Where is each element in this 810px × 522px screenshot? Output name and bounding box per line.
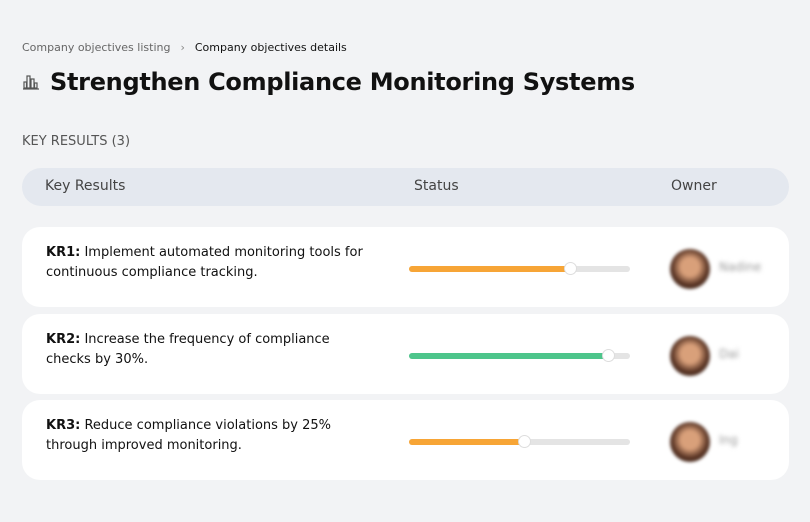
key-result-text: KR1: Implement automated monitoring tool… (46, 243, 366, 283)
progress-slider[interactable] (409, 349, 630, 362)
table-row[interactable]: KR1: Implement automated monitoring tool… (22, 227, 789, 307)
progress-slider[interactable] (409, 435, 630, 448)
progress-slider[interactable] (409, 262, 630, 275)
page-header: Strengthen Compliance Monitoring Systems (22, 68, 635, 96)
breadcrumb-current: Company objectives details (194, 41, 347, 54)
progress-handle[interactable] (517, 435, 531, 448)
section-label: KEY RESULTS (3) (22, 134, 131, 149)
breadcrumb-parent-link[interactable]: Company objectives listing (22, 41, 170, 54)
key-result-description: Reduce compliance violations by 25% thro… (46, 418, 332, 453)
owner-name: Dai (719, 347, 739, 361)
table-row[interactable]: KR2: Increase the frequency of complianc… (22, 314, 789, 394)
breadcrumb: Company objectives listing › Company obj… (22, 41, 347, 54)
key-result-code: KR2: (46, 332, 81, 347)
chevron-right-icon: › (180, 41, 185, 54)
owner-name: Ing (719, 433, 738, 447)
avatar (670, 249, 710, 289)
key-result-description: Increase the frequency of compliance che… (46, 332, 330, 367)
progress-handle[interactable] (601, 349, 615, 362)
progress-handle[interactable] (564, 262, 578, 275)
progress-fill (409, 439, 524, 445)
page-title: Strengthen Compliance Monitoring Systems (50, 68, 635, 96)
key-result-text: KR3: Reduce compliance violations by 25%… (46, 416, 366, 456)
column-header-status: Status (414, 178, 459, 194)
key-result-description: Implement automated monitoring tools for… (46, 245, 363, 280)
key-result-text: KR2: Increase the frequency of complianc… (46, 330, 366, 370)
progress-fill (409, 353, 608, 359)
table-row[interactable]: KR3: Reduce compliance violations by 25%… (22, 400, 789, 480)
key-result-code: KR3: (46, 418, 81, 433)
progress-fill (409, 266, 571, 272)
column-header-owner: Owner (671, 178, 717, 194)
avatar (670, 422, 710, 462)
owner-name: Nadine (719, 260, 762, 274)
key-result-code: KR1: (46, 245, 81, 260)
table-header: Key Results Status Owner (22, 168, 789, 206)
column-header-key-results: Key Results (45, 178, 126, 194)
building-icon (23, 75, 39, 90)
avatar (670, 336, 710, 376)
